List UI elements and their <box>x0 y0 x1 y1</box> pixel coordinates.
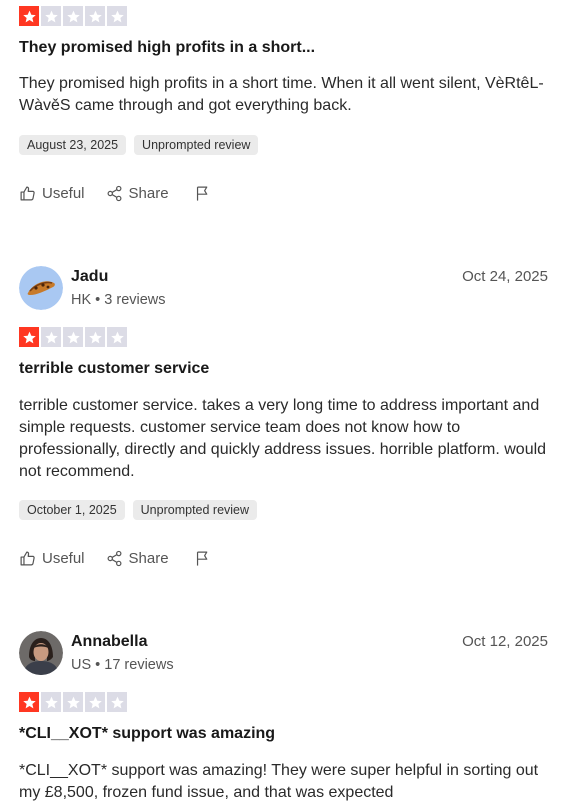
star-icon <box>85 6 105 26</box>
star-icon <box>41 6 61 26</box>
share-icon <box>107 550 122 567</box>
review-body: They promised high profits in a short ti… <box>19 73 549 117</box>
share-button[interactable]: Share <box>106 185 169 202</box>
star-rating <box>19 327 127 347</box>
star-icon <box>63 327 83 347</box>
star-icon <box>19 692 39 712</box>
reviewer-name[interactable]: Annabella <box>71 633 147 651</box>
useful-label: Useful <box>42 550 85 567</box>
review-date: Oct 24, 2025 <box>462 268 548 285</box>
star-icon <box>85 692 105 712</box>
avatar[interactable] <box>19 631 63 675</box>
star-rating <box>19 6 127 26</box>
star-icon <box>85 327 105 347</box>
review-title[interactable]: They promised high profits in a short... <box>19 39 315 57</box>
avatar[interactable] <box>19 266 63 310</box>
thumbs-up-icon <box>20 186 35 201</box>
report-flag-button[interactable] <box>194 549 211 568</box>
review-actions: Useful Share <box>19 184 211 203</box>
star-icon <box>107 692 127 712</box>
reviewer-meta: US • 17 reviews <box>71 657 174 673</box>
review-actions: Useful Share <box>19 549 211 568</box>
review-paragraph: terrible customer service. takes a very … <box>19 397 547 480</box>
star-rating <box>19 692 127 712</box>
unprompted-review-badge[interactable]: Unprompted review <box>132 500 258 520</box>
review-paragraph: They promised high profits in a short ti… <box>19 75 544 114</box>
review-date: Oct 12, 2025 <box>462 633 548 650</box>
review-chips: August 23, 2025 Unprompted review <box>19 135 259 155</box>
share-icon <box>107 185 122 202</box>
unprompted-review-badge[interactable]: Unprompted review <box>134 135 259 155</box>
review-body: *CLI__XOT* support was amazing! They wer… <box>19 760 549 804</box>
review-paragraph: *CLI__XOT* support was amazing! They wer… <box>19 762 539 801</box>
star-icon <box>63 6 83 26</box>
share-label: Share <box>128 185 169 202</box>
star-icon <box>63 692 83 712</box>
star-icon <box>41 327 61 347</box>
thumbs-up-icon <box>20 551 35 566</box>
review-title[interactable]: *CLI__XOT* support was amazing <box>19 725 275 743</box>
star-icon <box>41 692 61 712</box>
useful-button[interactable]: Useful <box>19 550 85 567</box>
share-button[interactable]: Share <box>106 550 169 567</box>
flag-icon <box>196 186 207 201</box>
reviewer-name[interactable]: Jadu <box>71 268 108 286</box>
star-icon <box>107 327 127 347</box>
useful-label: Useful <box>42 185 85 202</box>
share-label: Share <box>128 550 169 567</box>
useful-button[interactable]: Useful <box>19 185 85 202</box>
star-icon <box>19 327 39 347</box>
experience-date-chip: October 1, 2025 <box>19 500 125 520</box>
report-flag-button[interactable] <box>194 184 211 203</box>
review-body: terrible customer service. takes a very … <box>19 395 549 483</box>
reviewer-meta: HK • 3 reviews <box>71 292 166 308</box>
review-title[interactable]: terrible customer service <box>19 360 209 378</box>
star-icon <box>19 6 39 26</box>
review-chips: October 1, 2025 Unprompted review <box>19 500 258 520</box>
flag-icon <box>196 551 207 566</box>
star-icon <box>107 6 127 26</box>
experience-date-chip: August 23, 2025 <box>19 135 127 155</box>
